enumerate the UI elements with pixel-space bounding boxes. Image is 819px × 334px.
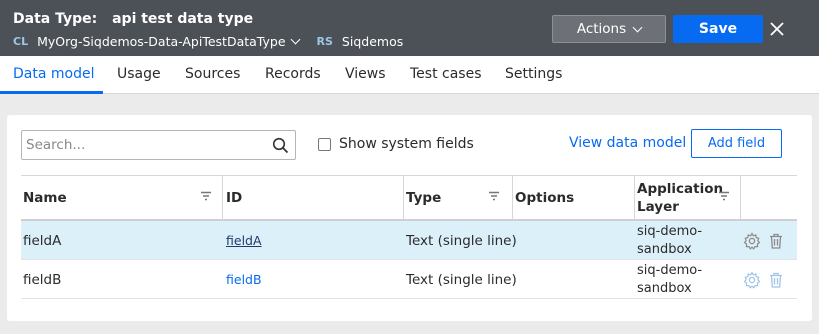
view-data-model-link[interactable]: View data model xyxy=(569,135,686,151)
search-box xyxy=(21,130,296,160)
title-value: api test data type xyxy=(112,11,254,27)
column-header-name[interactable]: Name xyxy=(23,176,67,220)
table-row[interactable]: fieldB fieldB Text (single line) siq-dem… xyxy=(21,260,797,299)
fields-table: Name ID Type Options Application Layer f… xyxy=(21,175,797,299)
tab-views[interactable]: Views xyxy=(345,56,386,94)
show-system-fields-checkbox[interactable] xyxy=(318,137,331,151)
filter-icon[interactable] xyxy=(488,190,500,202)
tab-settings[interactable]: Settings xyxy=(505,56,562,94)
column-header-id[interactable]: ID xyxy=(226,176,242,220)
chevron-down-icon xyxy=(290,34,300,45)
chevron-down-icon xyxy=(632,22,643,32)
tab-test-cases[interactable]: Test cases xyxy=(410,56,482,94)
table-row[interactable]: fieldA fieldA Text (single line) siq-dem… xyxy=(21,221,797,260)
column-header-options[interactable]: Options xyxy=(515,176,574,220)
add-field-button[interactable]: Add field xyxy=(691,129,782,158)
tab-usage[interactable]: Usage xyxy=(117,56,161,94)
tab-sources[interactable]: Sources xyxy=(185,56,240,94)
trash-icon[interactable] xyxy=(767,232,785,250)
header-subtitle: CL MyOrg-Siqdemos-Data-ApiTestDataType R… xyxy=(13,34,403,49)
cell-type: Text (single line) xyxy=(406,232,517,249)
gear-icon[interactable] xyxy=(743,232,761,250)
show-system-fields-label[interactable]: Show system fields xyxy=(339,136,474,152)
cell-name: fieldB xyxy=(23,271,62,288)
table-header: Name ID Type Options Application Layer xyxy=(21,175,797,221)
class-name: MyOrg-Siqdemos-Data-ApiTestDataType xyxy=(37,34,286,49)
search-input[interactable] xyxy=(22,131,262,159)
search-icon[interactable] xyxy=(272,137,289,154)
ruleset-tag: RS xyxy=(316,35,333,48)
active-tab-indicator xyxy=(0,91,103,94)
actions-label: Actions xyxy=(576,21,627,37)
save-button[interactable]: Save xyxy=(673,15,763,43)
tab-data-model[interactable]: Data model xyxy=(13,56,94,94)
cell-name: fieldA xyxy=(23,232,62,249)
column-header-type[interactable]: Type xyxy=(406,176,441,220)
ruleset-name: Siqdemos xyxy=(341,34,404,49)
close-icon[interactable] xyxy=(768,20,786,38)
show-system-fields: Show system fields xyxy=(318,136,474,152)
filter-icon[interactable] xyxy=(718,190,730,202)
tab-records[interactable]: Records xyxy=(265,56,321,94)
cell-application-layer: siq-demo-sandbox xyxy=(637,223,703,257)
filter-icon[interactable] xyxy=(200,190,212,202)
field-id-link[interactable]: fieldA xyxy=(226,233,262,248)
cell-type: Text (single line) xyxy=(406,271,517,288)
page-title: Data Type: api test data type xyxy=(13,11,253,27)
data-model-panel: Show system fields View data model Add f… xyxy=(7,115,812,321)
field-id-link[interactable]: fieldB xyxy=(226,272,262,287)
header-bar: Data Type: api test data type CL MyOrg-S… xyxy=(0,0,819,56)
title-label: Data Type: xyxy=(13,11,98,27)
cell-application-layer: siq-demo-sandbox xyxy=(637,262,703,296)
class-tag: CL xyxy=(13,35,29,48)
column-header-application-layer[interactable]: Application Layer xyxy=(637,176,723,220)
gear-icon[interactable] xyxy=(743,271,761,289)
class-selector[interactable]: MyOrg-Siqdemos-Data-ApiTestDataType xyxy=(37,34,300,49)
tab-bar: Data model Usage Sources Records Views T… xyxy=(0,56,819,94)
trash-icon[interactable] xyxy=(767,271,785,289)
actions-button[interactable]: Actions xyxy=(552,15,666,43)
